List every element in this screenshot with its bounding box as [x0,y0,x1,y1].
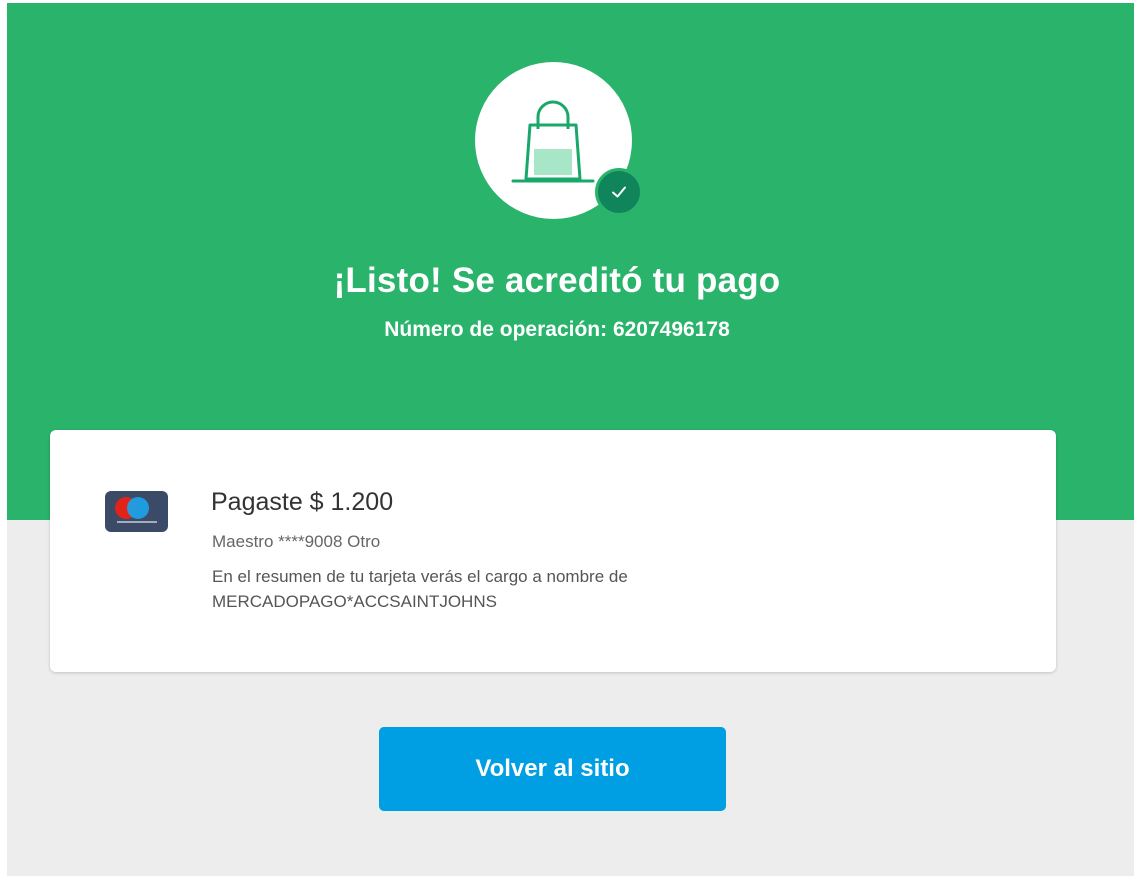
statement-note-line1: En el resumen de tu tarjeta verás el car… [212,567,628,586]
statement-note: En el resumen de tu tarjeta verás el car… [212,564,912,614]
payment-amount: Pagaste $ 1.200 [211,488,394,516]
payment-summary-card: Pagaste $ 1.200 Maestro ****9008 Otro En… [50,430,1056,672]
back-to-site-button[interactable]: Volver al sitio [379,727,726,811]
payment-method: Maestro ****9008 Otro [212,532,381,551]
shopping-bag-icon [511,100,595,183]
check-icon [612,186,626,198]
statement-note-line2: MERCADOPAGO*ACCSAINTJOHNS [212,592,497,611]
page-frame: ¡Listo! Se acreditó tu pago Número de op… [7,3,1134,876]
page-title: ¡Listo! Se acreditó tu pago [333,261,781,300]
operation-number: Número de operación: 6207496178 [384,318,730,341]
maestro-blue-circle [127,497,149,519]
maestro-wordmark [117,521,157,523]
success-check-badge [595,168,643,216]
maestro-card-icon [105,491,168,532]
